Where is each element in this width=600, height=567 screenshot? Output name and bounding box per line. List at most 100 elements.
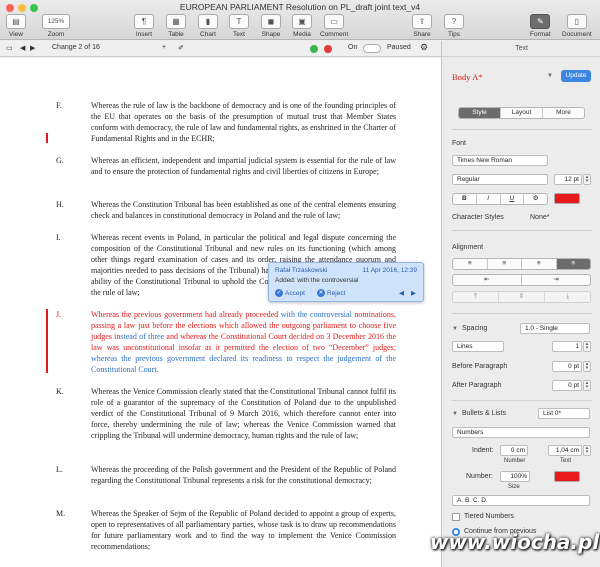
toolbar-comment[interactable]: ▭ Comment	[320, 14, 348, 38]
next-change-icon[interactable]: ▶	[30, 44, 35, 52]
reject-change-button[interactable]: ✕ Reject	[317, 289, 345, 297]
change-bar-f	[46, 133, 48, 143]
paragraph-g[interactable]: G. Whereas an efficient, independent and…	[56, 155, 396, 177]
increase-indent-icon[interactable]: ⇥	[522, 275, 590, 285]
next-change-arrow-icon[interactable]: ▶	[411, 289, 416, 297]
text-indent-stepper[interactable]: ▴ ▾	[583, 445, 591, 456]
decrease-indent-icon[interactable]: ⇤	[453, 275, 522, 285]
after-paragraph-field[interactable]: 0 pt	[552, 380, 582, 391]
sidebar-toggle-icon[interactable]: ▭	[6, 44, 13, 52]
character-styles-select[interactable]: None*	[530, 214, 549, 221]
toolbar-view[interactable]: ▤ View	[6, 14, 26, 38]
align-center-icon[interactable]: ≡	[488, 259, 522, 269]
tracking-on-label: On	[348, 44, 358, 51]
paragraph-h[interactable]: H. Whereas the Constitution Tribunal has…	[56, 199, 396, 221]
inspector-tab-text[interactable]: Text	[442, 41, 600, 57]
checkmark-icon: ✓	[275, 289, 283, 297]
zoom-select: 125%	[42, 14, 70, 29]
spacing-disclosure-icon[interactable]: ▼	[452, 326, 458, 332]
font-style-select[interactable]: Regular	[452, 174, 548, 185]
style-dropdown-icon[interactable]: ▼	[547, 73, 553, 79]
bullets-disclosure-icon[interactable]: ▼	[452, 411, 458, 417]
number-color-swatch[interactable]	[554, 471, 580, 482]
paragraph-j-tracked[interactable]: J. Whereas the previous government had a…	[56, 309, 396, 375]
after-paragraph-stepper[interactable]: ▴ ▾	[583, 380, 591, 391]
tiered-numbers-checkbox[interactable]	[452, 513, 460, 521]
text-options-gear-icon[interactable]: ⚙	[524, 194, 547, 204]
italic-button[interactable]: I	[477, 194, 501, 204]
change-popup: Rafał Trzaskowski 11 Apr 2016, 12:39 Add…	[268, 262, 424, 302]
font-family-select[interactable]: Times New Roman	[452, 155, 548, 166]
align-right-icon[interactable]: ≡	[522, 259, 557, 269]
highlight-icon[interactable]: ✐	[178, 44, 184, 52]
tab-layout[interactable]: Layout	[501, 108, 543, 118]
number-indent-field[interactable]: 0 cm	[500, 445, 528, 456]
bold-button[interactable]: B	[453, 194, 477, 204]
lines-stepper[interactable]: ▴ ▾	[583, 341, 591, 352]
toolbar-tips[interactable]: ? Tips	[444, 14, 464, 38]
align-justify-icon[interactable]: ≡	[556, 259, 590, 269]
previous-change-icon[interactable]: ◀	[20, 44, 25, 52]
shape-icon: ◼	[261, 14, 281, 29]
toolbar-format[interactable]: ✎ Format	[530, 14, 551, 38]
align-bottom-icon[interactable]: ⤓	[545, 292, 590, 302]
tracked-insertion[interactable]: with the controversial	[278, 310, 352, 319]
accept-all-icon[interactable]	[310, 45, 318, 53]
spacing-select[interactable]: 1.0 - Single	[520, 323, 590, 334]
indent-label: Indent:	[472, 447, 494, 454]
text-color-swatch[interactable]	[554, 193, 580, 204]
tracked-insertion[interactable]: stead of three	[120, 332, 164, 341]
tab-style[interactable]: Style	[459, 108, 501, 118]
tips-icon: ?	[444, 14, 464, 29]
font-size-stepper[interactable]: ▴ ▾	[583, 174, 591, 185]
tracking-toggle[interactable]	[363, 44, 381, 53]
toolbar-chart[interactable]: ▮ Chart	[198, 14, 218, 38]
gear-icon[interactable]: ⚙	[420, 42, 428, 53]
accept-change-button[interactable]: ✓ Accept	[275, 289, 305, 297]
align-top-icon[interactable]: ⤒	[453, 292, 499, 302]
alignment-buttons: ≡ ≡ ≡ ≡	[452, 258, 591, 270]
share-icon: ⇪	[412, 14, 432, 29]
chart-icon: ▮	[198, 14, 218, 29]
reject-all-icon[interactable]	[324, 45, 332, 53]
toolbar-table[interactable]: ▦ Table	[166, 14, 186, 38]
add-comment-icon[interactable]: +	[162, 44, 166, 51]
align-middle-icon[interactable]: ⇕	[499, 292, 545, 302]
list-format-select[interactable]: A. B. C. D.	[452, 495, 590, 506]
update-style-button[interactable]: Update	[561, 70, 591, 82]
toolbar-shape[interactable]: ◼ Shape	[261, 14, 281, 38]
toolbar-media[interactable]: ▣ Media	[292, 14, 312, 38]
before-paragraph-stepper[interactable]: ▴ ▾	[583, 361, 591, 372]
paragraph-l[interactable]: L. Whereas the proceeding of the Polish …	[56, 464, 396, 486]
paragraph-k[interactable]: K. Whereas the Venice Commission clearly…	[56, 386, 396, 441]
paragraph-style-name[interactable]: Body A*	[452, 72, 482, 82]
comment-icon: ▭	[324, 14, 345, 29]
toolbar-text[interactable]: T Text	[229, 14, 249, 38]
lines-value-field[interactable]: 1	[552, 341, 582, 352]
lines-select[interactable]: Lines	[452, 341, 504, 352]
before-paragraph-label: Before Paragraph	[452, 363, 508, 370]
paragraph-f[interactable]: F. Whereas the rule of law is the backbo…	[56, 100, 396, 144]
format-brush-icon: ✎	[530, 14, 551, 29]
text-indent-field[interactable]: 1,04 cm	[548, 445, 582, 456]
toolbar-document[interactable]: ▯ Document	[562, 14, 592, 38]
underline-button[interactable]: U	[501, 194, 525, 204]
font-section-label: Font	[452, 140, 467, 147]
toolbar-insert[interactable]: ¶ Insert	[134, 14, 154, 38]
paragraph-m[interactable]: M. Whereas the Speaker of Sejm of the Re…	[56, 508, 396, 552]
number-size-field[interactable]: 100%	[500, 471, 530, 482]
align-left-icon[interactable]: ≡	[453, 259, 488, 269]
list-style-select[interactable]: List 0*	[538, 408, 590, 419]
document-icon: ▯	[566, 14, 587, 29]
before-paragraph-field[interactable]: 0 pt	[552, 361, 582, 372]
toolbar-zoom[interactable]: 125% Zoom	[42, 14, 70, 38]
toolbar-share[interactable]: ⇪ Share	[412, 14, 432, 38]
document-canvas[interactable]: F. Whereas the rule of law is the backbo…	[0, 58, 441, 567]
previous-change-arrow-icon[interactable]: ◀	[399, 289, 404, 297]
window-toolbar: EUROPEAN PARLIAMENT Resolution on PL_dra…	[0, 0, 600, 40]
tab-more[interactable]: More	[543, 108, 584, 118]
numbers-select[interactable]: Numbers	[452, 427, 590, 438]
font-size-field[interactable]: 12 pt	[554, 174, 582, 185]
indent-buttons: ⇤ ⇥	[452, 274, 591, 286]
tracked-insertion[interactable]: whereas the previous government declared…	[91, 354, 396, 374]
